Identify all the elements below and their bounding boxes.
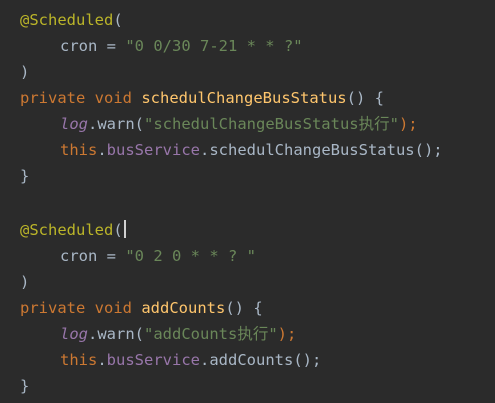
dot: . — [97, 351, 107, 369]
cron-key: cron — [60, 37, 98, 55]
service-call-line[interactable]: this.busService.schedulChangeBusStatus()… — [20, 137, 443, 163]
log-end: ); — [277, 325, 297, 343]
log-call: .warn( — [88, 325, 144, 343]
log-call: .warn( — [88, 115, 144, 133]
open-paren: ( — [113, 11, 123, 29]
log-message: "schedulChangeBusStatus执行" — [144, 115, 399, 133]
this-keyword: this — [60, 351, 98, 369]
log-variable: log — [60, 325, 88, 343]
service-call-line[interactable]: this.busService.addCounts(); — [20, 347, 321, 373]
log-line[interactable]: log.warn("schedulChangeBusStatus执行"); — [20, 111, 418, 137]
close-paren: ) — [20, 273, 30, 291]
cron-key: cron — [60, 247, 98, 265]
service-call: .addCounts(); — [200, 351, 322, 369]
modifier-keyword: private — [20, 299, 86, 317]
method-sig-tail: () { — [346, 89, 384, 107]
close-paren-line[interactable]: ) — [20, 59, 29, 85]
close-paren-line[interactable]: ) — [20, 269, 29, 295]
code-editor[interactable]: @Scheduled( cron = "0 0/30 7-21 * * ?" )… — [0, 0, 495, 403]
log-message: "addCounts执行" — [144, 325, 278, 343]
service-call: .schedulChangeBusStatus(); — [200, 141, 443, 159]
assign-operator: = — [97, 247, 126, 265]
service-field: busService — [106, 141, 200, 159]
annotation-line[interactable]: @Scheduled( — [20, 217, 126, 243]
method-name: addCounts — [141, 299, 226, 317]
close-brace-line[interactable]: } — [20, 373, 29, 399]
annotation-line[interactable]: @Scheduled( — [20, 7, 123, 33]
log-variable: log — [60, 115, 88, 133]
cron-value: "0 2 0 * * ? " — [125, 247, 256, 265]
close-brace-line[interactable]: } — [20, 163, 29, 189]
annotation: @Scheduled — [20, 11, 114, 29]
method-signature-line[interactable]: private void schedulChangeBusStatus() { — [20, 85, 384, 111]
modifier-keyword: private — [20, 89, 86, 107]
cron-line[interactable]: cron = "0 0/30 7-21 * * ?" — [20, 33, 303, 59]
cron-value: "0 0/30 7-21 * * ?" — [125, 37, 303, 55]
annotation: @Scheduled — [20, 221, 114, 239]
return-type-keyword: void — [94, 299, 132, 317]
log-line[interactable]: log.warn("addCounts执行"); — [20, 321, 296, 347]
text-caret — [123, 220, 126, 238]
this-keyword: this — [60, 141, 98, 159]
method-signature-line[interactable]: private void addCounts() { — [20, 295, 263, 321]
close-paren: ) — [20, 63, 30, 81]
log-end: ); — [398, 115, 418, 133]
method-sig-tail: () { — [225, 299, 263, 317]
method-name: schedulChangeBusStatus — [141, 89, 347, 107]
return-type-keyword: void — [94, 89, 132, 107]
dot: . — [97, 141, 107, 159]
close-brace: } — [20, 167, 30, 185]
service-field: busService — [106, 351, 200, 369]
open-paren: ( — [113, 221, 123, 239]
cron-line[interactable]: cron = "0 2 0 * * ? " — [20, 243, 256, 269]
assign-operator: = — [97, 37, 126, 55]
close-brace: } — [20, 377, 30, 395]
